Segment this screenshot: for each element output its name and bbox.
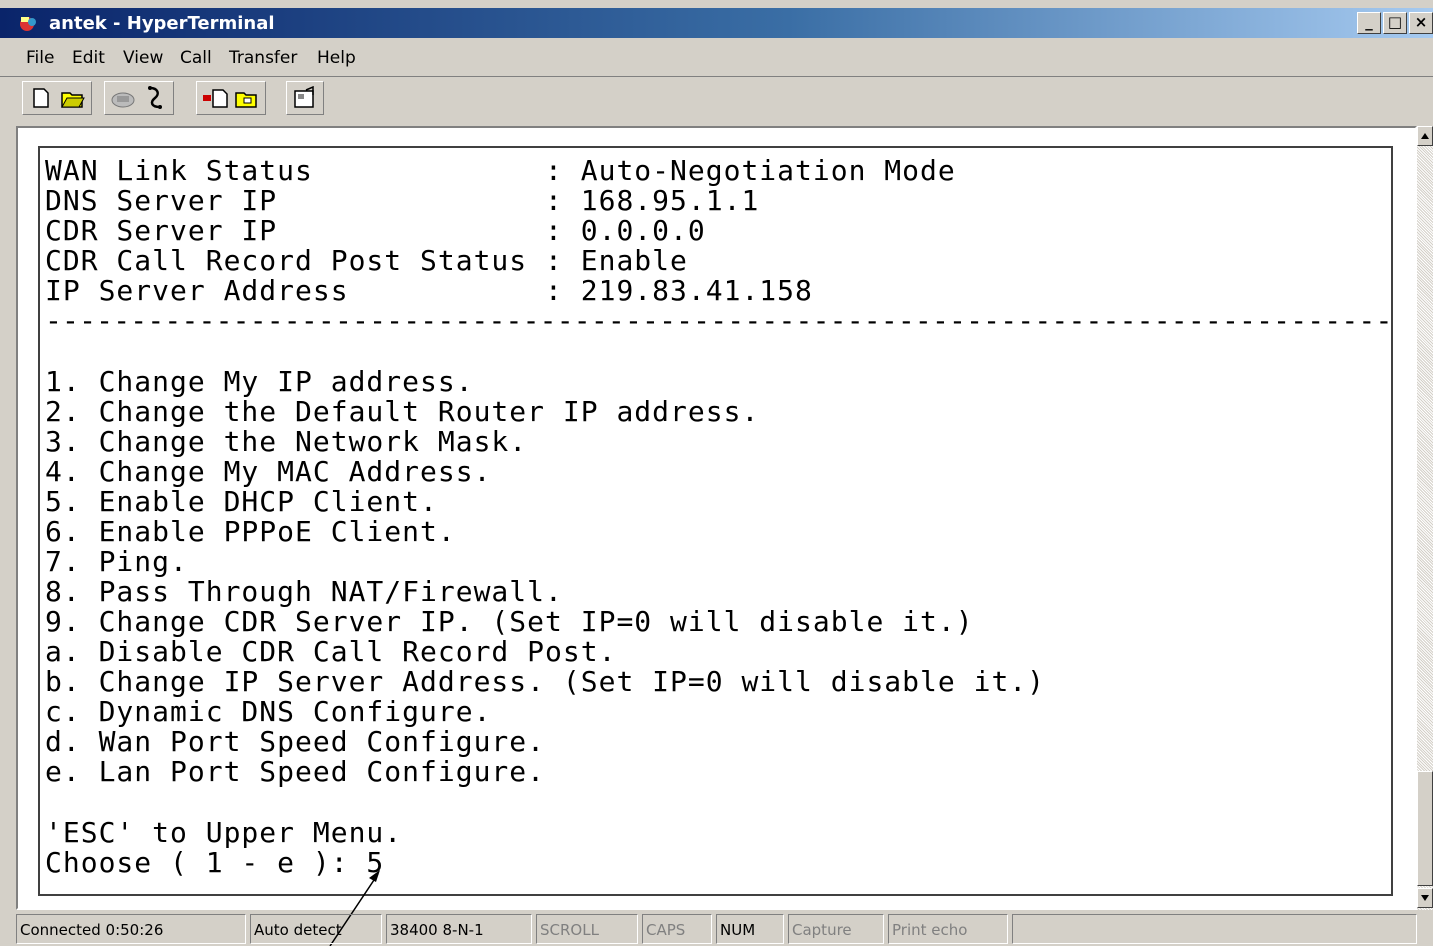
status-capture: Capture [788, 914, 884, 944]
scrollbar-thumb[interactable] [1417, 771, 1433, 886]
status-print-echo: Print echo [888, 914, 1008, 944]
status-caps: CAPS [642, 914, 712, 944]
status-scroll: SCROLL [536, 914, 638, 944]
scroll-up-button[interactable] [1417, 126, 1433, 146]
annotation-arrow-icon [329, 870, 380, 946]
status-empty-panel [1012, 914, 1417, 944]
status-port-settings: 38400 8-N-1 [386, 914, 532, 944]
status-connected: Connected 0:50:26 [16, 914, 246, 944]
scroll-down-button[interactable] [1417, 888, 1433, 908]
status-bar: Connected 0:50:26 Auto detect 38400 8-N-… [0, 912, 1433, 946]
status-num: NUM [716, 914, 784, 944]
status-detect: Auto detect [250, 914, 382, 944]
vertical-scrollbar[interactable] [1417, 126, 1433, 910]
